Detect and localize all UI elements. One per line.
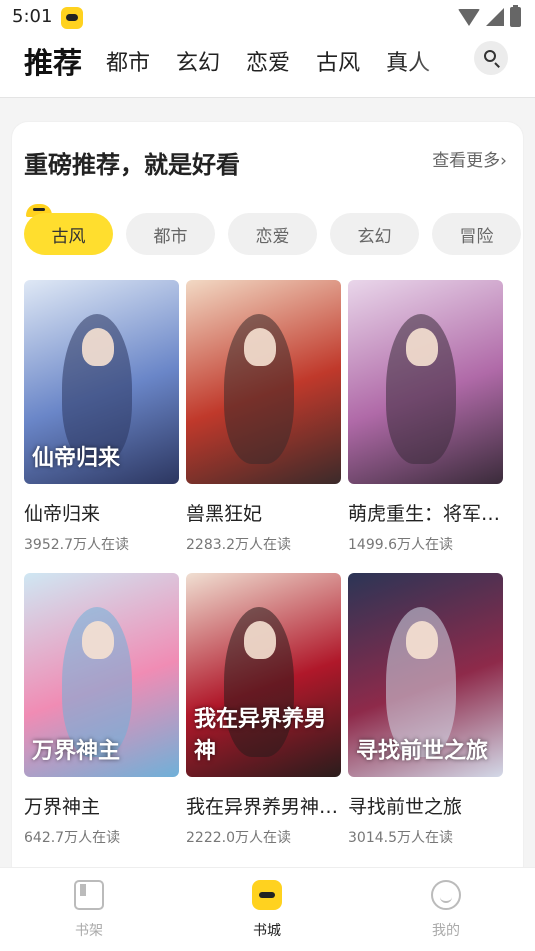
tab-fantasy[interactable]: 玄幻	[176, 45, 220, 77]
cover-figure-face	[82, 621, 114, 659]
chip-urban[interactable]: 都市	[126, 213, 215, 255]
bottom-nav-label: 书城	[253, 923, 281, 939]
book-title[interactable]: 兽黑狂妃	[186, 499, 341, 526]
bottom-nav: 书架 书城 我的	[0, 867, 535, 951]
wifi-icon	[458, 8, 480, 26]
bookshelf-icon	[74, 880, 104, 910]
chip-adventure[interactable]: 冒险	[432, 213, 521, 255]
chip-fantasy[interactable]: 玄幻	[330, 213, 419, 255]
status-time: 5:01	[12, 6, 53, 27]
chip-romance[interactable]: 恋爱	[228, 213, 317, 255]
book-cover[interactable]: 我在异界养男神	[186, 573, 341, 777]
cover-figure-face	[406, 328, 438, 366]
reader-count: 3014.5万人在读	[348, 830, 453, 846]
tab-romance[interactable]: 恋爱	[246, 45, 290, 77]
book-card[interactable]: 寻找前世之旅 寻找前世之旅 3014.5万人在读	[348, 573, 503, 847]
cover-title-art: 万界神主	[32, 739, 121, 764]
book-cover[interactable]: 寻找前世之旅	[348, 573, 503, 777]
cover-figure-face	[406, 621, 438, 659]
search-icon	[484, 50, 496, 62]
book-title[interactable]: 寻找前世之旅	[348, 792, 503, 819]
recommend-section-card: 重磅推荐，就是好看 查看更多› 古风 都市 恋爱 玄幻 冒险 仙帝归来 仙帝归来…	[12, 122, 523, 882]
cover-figure-face	[244, 328, 276, 366]
bottom-nav-profile[interactable]: 我的	[406, 880, 486, 940]
reader-count: 3952.7万人在读	[24, 537, 129, 553]
status-icons	[458, 5, 521, 27]
app-notification-icon	[61, 7, 83, 29]
book-card[interactable]: 兽黑狂妃 2283.2万人在读	[186, 280, 341, 554]
bookstore-icon	[252, 880, 282, 910]
book-title[interactable]: 万界神主	[24, 792, 179, 819]
book-cover[interactable]	[186, 280, 341, 484]
book-cover[interactable]: 仙帝归来	[24, 280, 179, 484]
reader-count: 1499.6万人在读	[348, 537, 453, 553]
category-tabs: 推荐 都市 玄幻 恋爱 古风 真人	[24, 36, 456, 86]
tab-urban[interactable]: 都市	[106, 45, 150, 77]
genre-chips: 古风 都市 恋爱 玄幻 冒险	[24, 213, 521, 255]
top-category-nav: 推荐 都市 玄幻 恋爱 古风 真人	[0, 36, 535, 98]
book-card[interactable]: 我在异界养男神 我在异界养男神… 2222.0万人在读	[186, 573, 341, 847]
book-title[interactable]: 仙帝归来	[24, 499, 179, 526]
reader-count: 2222.0万人在读	[186, 830, 291, 846]
reader-count: 642.7万人在读	[24, 830, 121, 846]
cover-figure-face	[244, 621, 276, 659]
section-title: 重磅推荐，就是好看	[24, 151, 240, 179]
chip-ancient[interactable]: 古风	[24, 213, 113, 255]
cover-title-art: 寻找前世之旅	[356, 739, 489, 764]
see-more-link[interactable]: 查看更多›	[432, 146, 507, 171]
book-title[interactable]: 我在异界养男神…	[186, 792, 341, 819]
tab-recommend[interactable]: 推荐	[24, 40, 82, 82]
cover-figure-face	[82, 328, 114, 366]
bottom-nav-label: 书架	[75, 923, 103, 939]
tab-ancient[interactable]: 古风	[316, 45, 360, 77]
reader-count: 2283.2万人在读	[186, 537, 291, 553]
profile-icon	[431, 880, 461, 910]
search-button[interactable]	[474, 41, 508, 75]
cover-title-art: 我在异界养男神	[194, 707, 327, 764]
book-cover[interactable]: 万界神主	[24, 573, 179, 777]
bottom-nav-label: 我的	[432, 923, 460, 939]
battery-icon	[510, 5, 521, 27]
status-bar: 5:01	[0, 0, 535, 36]
cover-title-art: 仙帝归来	[32, 446, 121, 471]
bottom-nav-bookstore[interactable]: 书城	[227, 880, 307, 940]
book-cover[interactable]	[348, 280, 503, 484]
book-grid: 仙帝归来 仙帝归来 3952.7万人在读 兽黑狂妃 2283.2万人在读 萌虎重…	[24, 280, 503, 847]
book-card[interactable]: 仙帝归来 仙帝归来 3952.7万人在读	[24, 280, 179, 554]
book-card[interactable]: 万界神主 万界神主 642.7万人在读	[24, 573, 179, 847]
book-card[interactable]: 萌虎重生：将军… 1499.6万人在读	[348, 280, 503, 554]
book-title[interactable]: 萌虎重生：将军…	[348, 499, 503, 526]
signal-icon	[486, 8, 504, 26]
bottom-nav-bookshelf[interactable]: 书架	[49, 880, 129, 940]
